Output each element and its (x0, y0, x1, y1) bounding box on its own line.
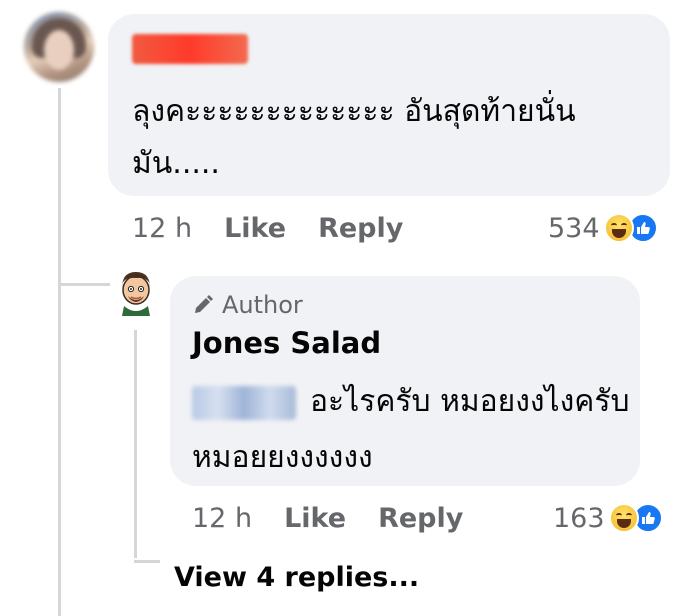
reply-connector-branch (134, 560, 160, 563)
comment-text: ลุงคะะะะะะะะะะะะะ อันสุดท้ายนั่นมัน..... (132, 94, 576, 181)
reaction-count: 534 (548, 212, 600, 244)
view-replies-link[interactable]: View 4 replies... (174, 562, 419, 593)
reply-timestamp[interactable]: 12 h (192, 503, 252, 534)
reply-author-name[interactable]: Jones Salad (192, 326, 381, 360)
reply-button[interactable]: Reply (318, 213, 403, 244)
like-button[interactable]: Like (224, 213, 286, 244)
comment-timestamp[interactable]: 12 h (132, 213, 192, 244)
reply-connector-line (134, 330, 137, 558)
reply-reply-button[interactable]: Reply (378, 503, 463, 534)
reply-reaction-count: 163 (553, 502, 605, 534)
comment-reactions[interactable]: 534 (548, 210, 658, 246)
reply-like-button[interactable]: Like (284, 503, 346, 534)
author-badge-label: Author (222, 291, 303, 319)
thread-connector-line (58, 88, 61, 616)
haha-icon (603, 213, 634, 243)
commenter-avatar[interactable] (24, 12, 94, 82)
reply-reactions[interactable]: 163 (553, 500, 663, 536)
author-avatar[interactable] (116, 268, 156, 316)
reply-actions: 12 h Like Reply (192, 500, 463, 536)
author-badge: Author (192, 290, 303, 320)
comment-actions: 12 h Like Reply (132, 210, 403, 246)
blurred-mention[interactable] (192, 385, 296, 420)
haha-icon (608, 503, 639, 533)
reply-text: อะไรครับ หมอยงงไงครับ หมอยยงงงงงง (192, 374, 632, 486)
pencil-icon (195, 295, 213, 313)
comment-thread: ลุงคะะะะะะะะะะะะะ อันสุดท้ายนั่นมัน.....… (0, 0, 700, 616)
redacted-commenter-name (132, 34, 248, 64)
thread-connector-branch (58, 283, 110, 286)
